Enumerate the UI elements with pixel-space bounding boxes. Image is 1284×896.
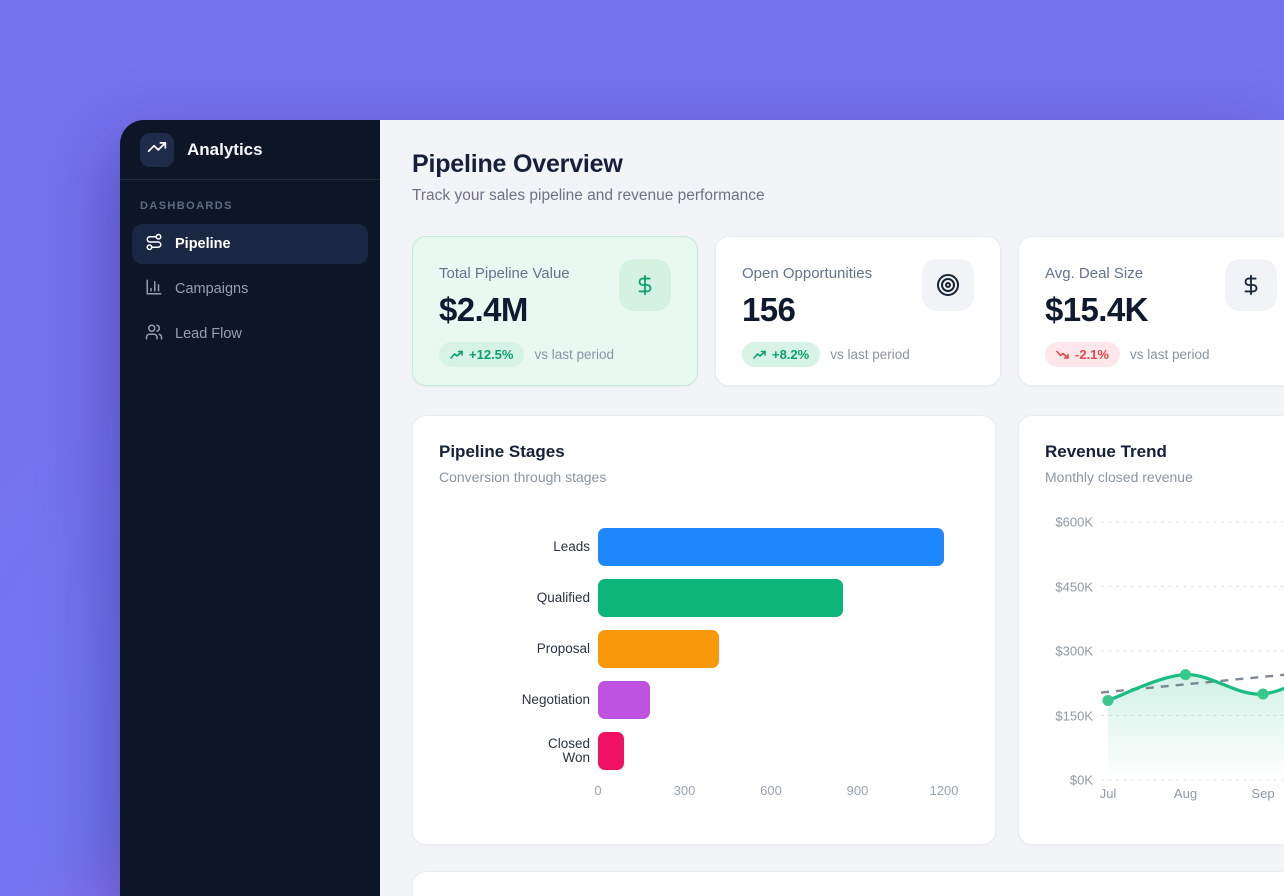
bar-track bbox=[598, 528, 944, 566]
sidebar-item-label: Lead Flow bbox=[175, 326, 242, 342]
bar-closed-won bbox=[598, 732, 624, 770]
x-axis-tick: 300 bbox=[674, 783, 696, 798]
pipeline-stage-row: Leads bbox=[439, 528, 969, 566]
dollar-icon bbox=[619, 259, 671, 311]
kpi-card-open-opportunities: Open Opportunities 156 +8.2% bbox=[715, 236, 1001, 386]
desktop: { "app": { "name": "Analytics" }, "sideb… bbox=[0, 0, 1284, 896]
y-axis-label: $150K bbox=[1045, 708, 1093, 723]
comparison-label: vs last period bbox=[1130, 347, 1210, 362]
bar-label: Qualified bbox=[439, 591, 598, 605]
trending-down-icon bbox=[1056, 350, 1069, 359]
data-point-jul bbox=[1103, 695, 1114, 706]
kpi-label: Open Opportunities bbox=[742, 261, 872, 283]
kpi-label: Total Pipeline Value bbox=[439, 261, 570, 283]
delta-value: +8.2% bbox=[772, 347, 809, 362]
x-axis-tick: 1200 bbox=[930, 783, 959, 798]
x-axis-tick: 0 bbox=[594, 783, 601, 798]
pipeline-stage-row: Closed Won bbox=[439, 732, 969, 770]
sidebar-item-lead-flow[interactable]: Lead Flow bbox=[132, 314, 368, 354]
target-icon bbox=[922, 259, 974, 311]
comparison-label: vs last period bbox=[830, 347, 910, 362]
delta-value: -2.1% bbox=[1075, 347, 1109, 362]
sidebar-nav: Pipeline Campaigns Lead Flow bbox=[120, 224, 380, 354]
sidebar-item-label: Campaigns bbox=[175, 281, 248, 297]
chart-title: Pipeline Stages bbox=[439, 442, 969, 462]
kpi-value: $2.4M bbox=[439, 292, 570, 328]
y-axis-label: $300K bbox=[1045, 644, 1093, 659]
data-point-aug bbox=[1180, 669, 1191, 680]
delta-value: +12.5% bbox=[469, 347, 513, 362]
chart-subtitle: Conversion through stages bbox=[439, 469, 969, 486]
delta-badge: -2.1% bbox=[1045, 342, 1120, 367]
bar-qualified bbox=[598, 579, 843, 617]
trending-up-icon bbox=[147, 137, 167, 162]
sidebar-section-label: DASHBOARDS bbox=[140, 200, 360, 212]
bar-track bbox=[598, 732, 944, 770]
y-axis-label: $600K bbox=[1045, 515, 1093, 530]
pipeline-stage-row: Negotiation bbox=[439, 681, 969, 719]
sidebar: Analytics DASHBOARDS Pipeline Campaigns bbox=[120, 120, 380, 896]
delta-badge: +12.5% bbox=[439, 342, 524, 367]
bar-proposal bbox=[598, 630, 719, 668]
y-axis-label: $450K bbox=[1045, 579, 1093, 594]
pipeline-stage-row: Qualified bbox=[439, 579, 969, 617]
bar-negotiation bbox=[598, 681, 650, 719]
app-window: Analytics DASHBOARDS Pipeline Campaigns bbox=[120, 120, 1284, 896]
sidebar-item-label: Pipeline bbox=[175, 236, 231, 252]
page-subtitle: Track your sales pipeline and revenue pe… bbox=[412, 186, 1284, 205]
charts-row: Pipeline Stages Conversion through stage… bbox=[412, 415, 1284, 845]
y-axis-label: $0K bbox=[1045, 773, 1093, 788]
x-axis-tick: 600 bbox=[760, 783, 782, 798]
main-content: Pipeline Overview Track your sales pipel… bbox=[380, 120, 1284, 896]
chart-title: Revenue Trend bbox=[1045, 442, 1284, 462]
kpi-label: Avg. Deal Size bbox=[1045, 261, 1148, 283]
pipeline-stages-card: Pipeline Stages Conversion through stage… bbox=[412, 415, 996, 845]
app-logo bbox=[140, 133, 174, 167]
kpi-card-avg-deal-size: Avg. Deal Size $15.4K -2.1% bbox=[1018, 236, 1284, 386]
bar-label: Negotiation bbox=[439, 693, 598, 707]
revenue-line-chart: $600K$450K$300K$150K$0KJulAugSep bbox=[1045, 522, 1284, 822]
bar-track bbox=[598, 630, 944, 668]
trending-up-icon bbox=[753, 350, 766, 359]
x-axis-tick: 900 bbox=[847, 783, 869, 798]
bar-track bbox=[598, 681, 944, 719]
x-axis-label: Sep bbox=[1251, 786, 1274, 801]
sidebar-item-pipeline[interactable]: Pipeline bbox=[132, 224, 368, 264]
bar-label: Leads bbox=[439, 540, 598, 554]
bottom-card-clipped bbox=[412, 871, 1284, 896]
delta-badge: +8.2% bbox=[742, 342, 820, 367]
chart-subtitle: Monthly closed revenue bbox=[1045, 469, 1284, 486]
kpi-row: Total Pipeline Value $2.4M +12.5% bbox=[412, 236, 1284, 386]
pipeline-bar-chart: Leads Qualified Proposal Negotiation Closed … bbox=[439, 528, 969, 770]
users-icon bbox=[145, 323, 163, 345]
x-axis-label: Aug bbox=[1174, 786, 1197, 801]
pipeline-x-axis: 03006009001200 bbox=[598, 783, 944, 801]
pipeline-stage-row: Proposal bbox=[439, 630, 969, 668]
revenue-trend-card: Revenue Trend Monthly closed revenue bbox=[1018, 415, 1284, 845]
bar-label: Proposal bbox=[439, 642, 598, 656]
sidebar-item-campaigns[interactable]: Campaigns bbox=[132, 269, 368, 309]
bar-label: Closed Won bbox=[439, 737, 598, 765]
bar-leads bbox=[598, 528, 944, 566]
bar-track bbox=[598, 579, 944, 617]
kpi-card-total-pipeline-value: Total Pipeline Value $2.4M +12.5% bbox=[412, 236, 698, 386]
page-title: Pipeline Overview bbox=[412, 150, 1284, 178]
route-icon bbox=[145, 233, 163, 255]
revenue-line-plot bbox=[1101, 522, 1284, 780]
x-axis-label: Jul bbox=[1100, 786, 1117, 801]
trending-up-icon bbox=[450, 350, 463, 359]
kpi-value: 156 bbox=[742, 292, 872, 328]
sidebar-header: Analytics bbox=[120, 120, 380, 180]
bar-chart-icon bbox=[145, 278, 163, 300]
app-name: Analytics bbox=[187, 140, 263, 160]
dollar-icon bbox=[1225, 259, 1277, 311]
data-point-sep bbox=[1258, 689, 1269, 700]
kpi-value: $15.4K bbox=[1045, 292, 1148, 328]
comparison-label: vs last period bbox=[534, 347, 614, 362]
